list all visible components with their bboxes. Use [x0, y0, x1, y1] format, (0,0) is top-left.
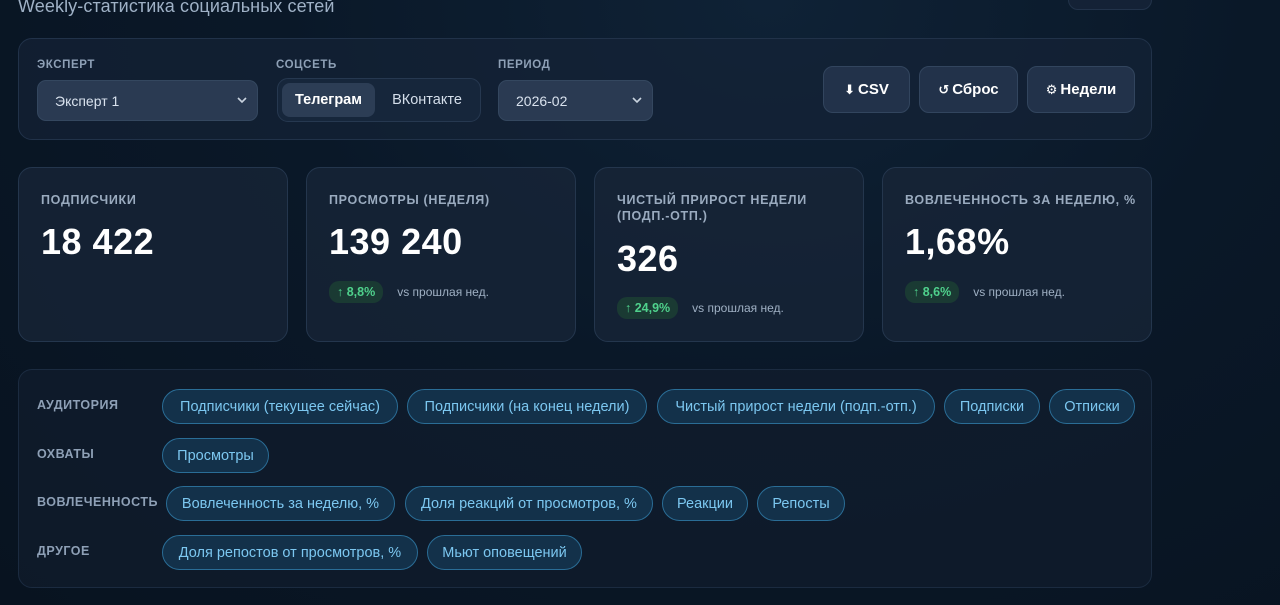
- stat-card-views: ПРОСМОТРЫ (НЕДЕЛЯ) 139 240 ↑ 8,8% vs про…: [306, 167, 576, 342]
- delta-badge: ↑ 8,6%: [905, 281, 960, 303]
- chevron-down-icon: [237, 97, 247, 104]
- network-option-vk[interactable]: ВКонтакте: [377, 83, 477, 117]
- expert-select[interactable]: Эксперт 1: [37, 80, 258, 121]
- delta-comparison: vs прошлая нед.: [973, 285, 1065, 299]
- delta-comparison: vs прошлая нед.: [692, 301, 784, 315]
- reset-button[interactable]: ↺ Сброс: [919, 66, 1018, 113]
- period-select[interactable]: 2026-02: [498, 80, 653, 121]
- network-option-telegram[interactable]: Телеграм: [282, 83, 375, 117]
- stat-card-net-growth: ЧИСТЫЙ ПРИРОСТ НЕДЕЛИ (ПОДП.-ОТП.) 326 ↑…: [594, 167, 864, 342]
- group-label-audience: АУДИТОРИЯ: [37, 398, 119, 412]
- chevron-down-icon: [632, 97, 642, 104]
- expert-label: ЭКСПЕРТ: [37, 59, 96, 71]
- metric-chip[interactable]: Репосты: [757, 486, 845, 521]
- metric-chip[interactable]: Доля репостов от просмотров, %: [162, 535, 418, 570]
- csv-export-button[interactable]: ⬇ CSV: [823, 66, 910, 113]
- stat-card-value: 326: [617, 238, 679, 279]
- reset-button-label: Сброс: [952, 81, 999, 98]
- stat-card-value: 1,68%: [905, 221, 1010, 262]
- metric-chip[interactable]: Подписки: [944, 389, 1040, 424]
- stat-card-delta: ↑ 24,9% vs прошлая нед.: [617, 297, 784, 319]
- metric-chip[interactable]: Мьют оповещений: [427, 535, 582, 570]
- stat-card-label: ЧИСТЫЙ ПРИРОСТ НЕДЕЛИ (ПОДП.-ОТП.): [617, 193, 807, 223]
- page-title: Weekly-статистика социальных сетей: [18, 0, 335, 16]
- stat-card-engagement: ВОВЛЕЧЕННОСТЬ ЗА НЕДЕЛЮ, % 1,68% ↑ 8,6% …: [882, 167, 1152, 342]
- metrics-panel: АУДИТОРИЯ Подписчики (текущее сейчас) По…: [18, 369, 1152, 588]
- weeks-button-label: Недели: [1060, 81, 1117, 98]
- delta-badge: ↑ 8,8%: [329, 281, 384, 303]
- delta-badge: ↑ 24,9%: [617, 297, 679, 319]
- group-label-reach: ОХВАТЫ: [37, 447, 95, 461]
- group-label-other: ДРУГОЕ: [37, 544, 90, 558]
- stat-card-label: ВОВЛЕЧЕННОСТЬ ЗА НЕДЕЛЮ, %: [905, 193, 1136, 207]
- top-right-button[interactable]: [1068, 0, 1152, 10]
- period-label: ПЕРИОД: [498, 59, 551, 71]
- metric-chip[interactable]: Подписчики (текущее сейчас): [162, 389, 398, 424]
- metric-chip[interactable]: Подписчики (на конец недели): [407, 389, 647, 424]
- metric-chip[interactable]: Доля реакций от просмотров, %: [405, 486, 653, 521]
- stat-card-value: 18 422: [41, 221, 155, 262]
- network-label: СОЦСЕТЬ: [276, 59, 337, 71]
- delta-comparison: vs прошлая нед.: [397, 285, 489, 299]
- expert-select-value: Эксперт 1: [55, 92, 120, 109]
- stat-card-label: ПРОСМОТРЫ (НЕДЕЛЯ): [329, 193, 490, 207]
- period-select-value: 2026-02: [516, 92, 568, 109]
- network-toggle: Телеграм ВКонтакте: [277, 78, 481, 122]
- group-label-engagement: ВОВЛЕЧЕННОСТЬ: [37, 495, 158, 509]
- metric-chip[interactable]: Отписки: [1049, 389, 1135, 424]
- metric-chip[interactable]: Вовлеченность за неделю, %: [166, 486, 395, 521]
- download-icon: ⬇: [844, 81, 856, 97]
- csv-button-label: CSV: [858, 81, 889, 98]
- stat-card-subscribers: ПОДПИСЧИКИ 18 422: [18, 167, 288, 342]
- stat-card-value: 139 240: [329, 221, 463, 262]
- stat-card-label: ПОДПИСЧИКИ: [41, 193, 137, 207]
- filter-panel: ЭКСПЕРТ Эксперт 1 СОЦСЕТЬ Телеграм ВКонт…: [18, 38, 1152, 140]
- metric-chip[interactable]: Чистый прирост недели (подп.-отп.): [657, 389, 935, 424]
- metric-chip[interactable]: Просмотры: [162, 438, 269, 473]
- gear-icon: ⚙: [1045, 81, 1058, 97]
- weeks-button[interactable]: ⚙ Недели: [1027, 66, 1135, 113]
- stat-card-delta: ↑ 8,6% vs прошлая нед.: [905, 281, 1065, 303]
- metric-chip[interactable]: Реакции: [662, 486, 748, 521]
- stat-card-delta: ↑ 8,8% vs прошлая нед.: [329, 281, 489, 303]
- reset-icon: ↺: [938, 81, 950, 97]
